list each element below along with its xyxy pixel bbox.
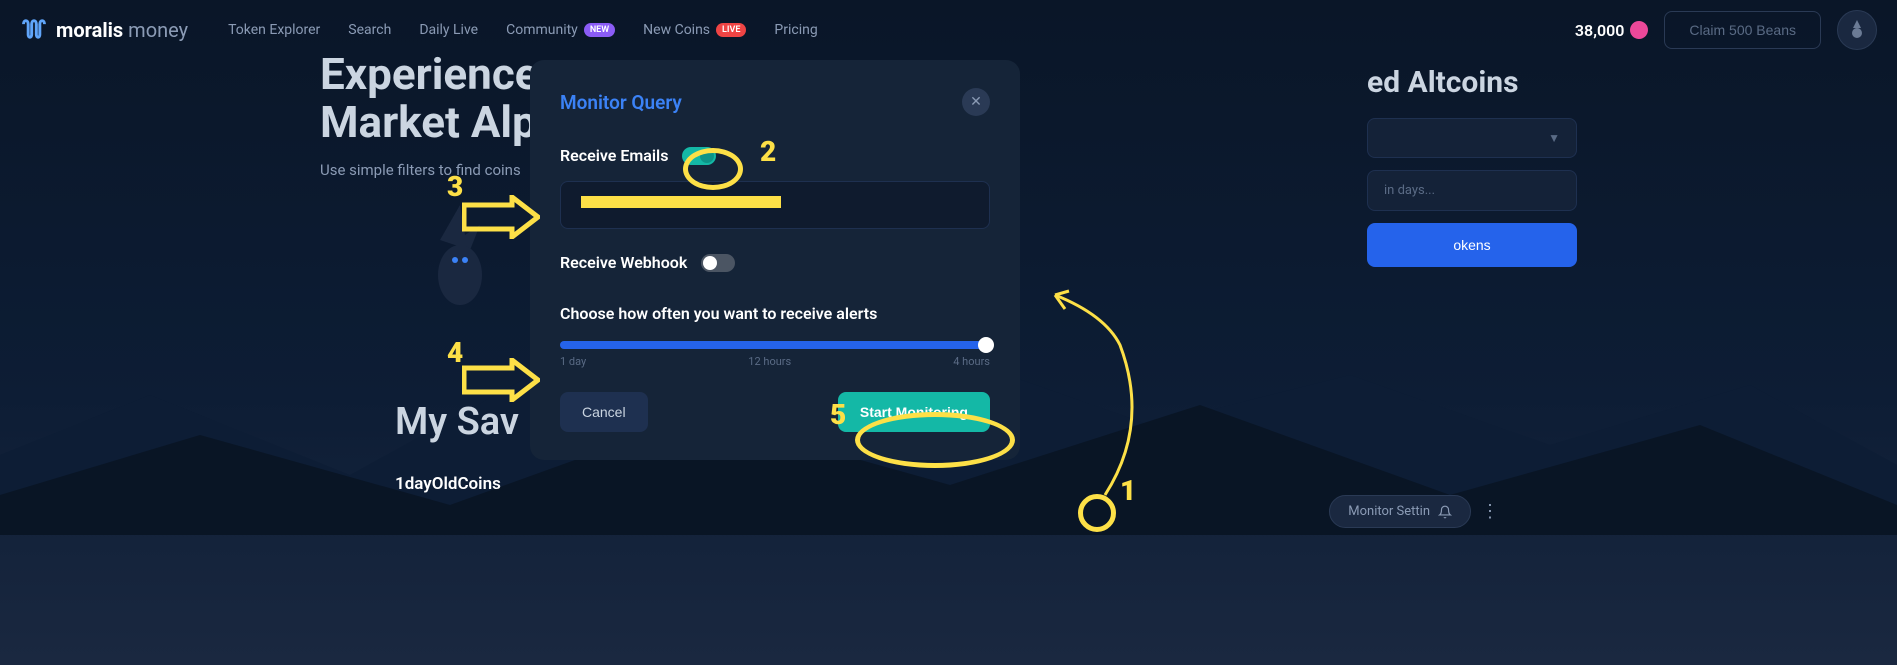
nav-new-coins-label: New Coins	[643, 22, 710, 38]
saved-title: My Sav	[395, 400, 519, 444]
receive-webhook-label: Receive Webhook	[560, 253, 687, 272]
start-monitoring-button[interactable]: Start Monitoring	[838, 392, 990, 432]
nav-pricing[interactable]: Pricing	[774, 22, 817, 38]
side-select[interactable]: ▼	[1367, 118, 1577, 158]
header: moralis money Token Explorer Search Dail…	[0, 0, 1897, 60]
toggle-knob	[703, 256, 717, 270]
receive-webhook-toggle[interactable]	[701, 254, 735, 272]
close-button[interactable]: ✕	[962, 88, 990, 116]
bean-count: 38,000	[1575, 21, 1648, 40]
avatar-icon	[1845, 18, 1869, 42]
slider-tick-left: 1 day	[560, 355, 586, 368]
slider-tick-mid: 12 hours	[748, 355, 791, 368]
wizard-illustration	[420, 200, 500, 320]
slider-thumb[interactable]	[978, 337, 994, 353]
bean-count-value: 38,000	[1575, 21, 1624, 40]
monitor-query-modal: Monitor Query ✕ Receive Emails Receive W…	[530, 60, 1020, 460]
avatar[interactable]	[1837, 10, 1877, 50]
modal-footer: Cancel Start Monitoring	[560, 392, 990, 432]
nav-search[interactable]: Search	[348, 22, 391, 38]
saved-item[interactable]: 1dayOldCoins	[395, 474, 519, 494]
slider-ticks: 1 day 12 hours 4 hours	[560, 355, 990, 368]
side-button[interactable]: okens	[1367, 223, 1577, 267]
monitor-settings-row: Monitor Settin ⋮	[1329, 495, 1497, 528]
live-badge: LIVE	[716, 23, 746, 37]
bell-icon	[1438, 505, 1452, 519]
receive-emails-label: Receive Emails	[560, 146, 668, 165]
new-badge: NEW	[584, 23, 615, 37]
toggle-knob	[700, 149, 714, 163]
header-right: 38,000 Claim 500 Beans	[1575, 10, 1877, 50]
logo[interactable]: moralis money	[20, 16, 188, 44]
nav-community-label: Community	[506, 22, 578, 38]
cancel-button[interactable]: Cancel	[560, 392, 648, 432]
nav-community[interactable]: Community NEW	[506, 22, 615, 38]
email-input[interactable]	[560, 181, 990, 229]
nav-daily-live[interactable]: Daily Live	[419, 22, 478, 38]
receive-emails-toggle[interactable]	[682, 147, 716, 165]
side-input[interactable]: in days...	[1367, 170, 1577, 211]
chevron-down-icon: ▼	[1548, 131, 1560, 145]
receive-webhook-row: Receive Webhook	[560, 253, 990, 272]
side-panel: ed Altcoins ▼ in days... okens	[1367, 65, 1577, 267]
monitor-settings-button[interactable]: Monitor Settin	[1329, 495, 1471, 528]
bean-icon	[1628, 18, 1651, 41]
modal-header: Monitor Query ✕	[560, 88, 990, 116]
receive-emails-row: Receive Emails	[560, 146, 990, 165]
logo-icon	[20, 16, 48, 44]
modal-title: Monitor Query	[560, 91, 682, 114]
close-icon: ✕	[970, 94, 982, 110]
alert-frequency-label: Choose how often you want to receive ale…	[560, 304, 990, 323]
redacted-email	[581, 196, 781, 208]
nav-new-coins[interactable]: New Coins LIVE	[643, 22, 746, 38]
side-panel-title: ed Altcoins	[1367, 65, 1577, 100]
slider-tick-right: 4 hours	[953, 355, 990, 368]
saved-section: My Sav 1dayOldCoins	[395, 400, 519, 494]
nav-token-explorer[interactable]: Token Explorer	[228, 22, 320, 38]
nav: Token Explorer Search Daily Live Communi…	[228, 22, 818, 38]
alert-frequency-slider[interactable]	[560, 341, 990, 349]
monitor-settings-label: Monitor Settin	[1348, 504, 1430, 519]
more-icon[interactable]: ⋮	[1481, 501, 1497, 522]
logo-text: moralis money	[56, 18, 188, 42]
claim-beans-button[interactable]: Claim 500 Beans	[1664, 11, 1821, 49]
